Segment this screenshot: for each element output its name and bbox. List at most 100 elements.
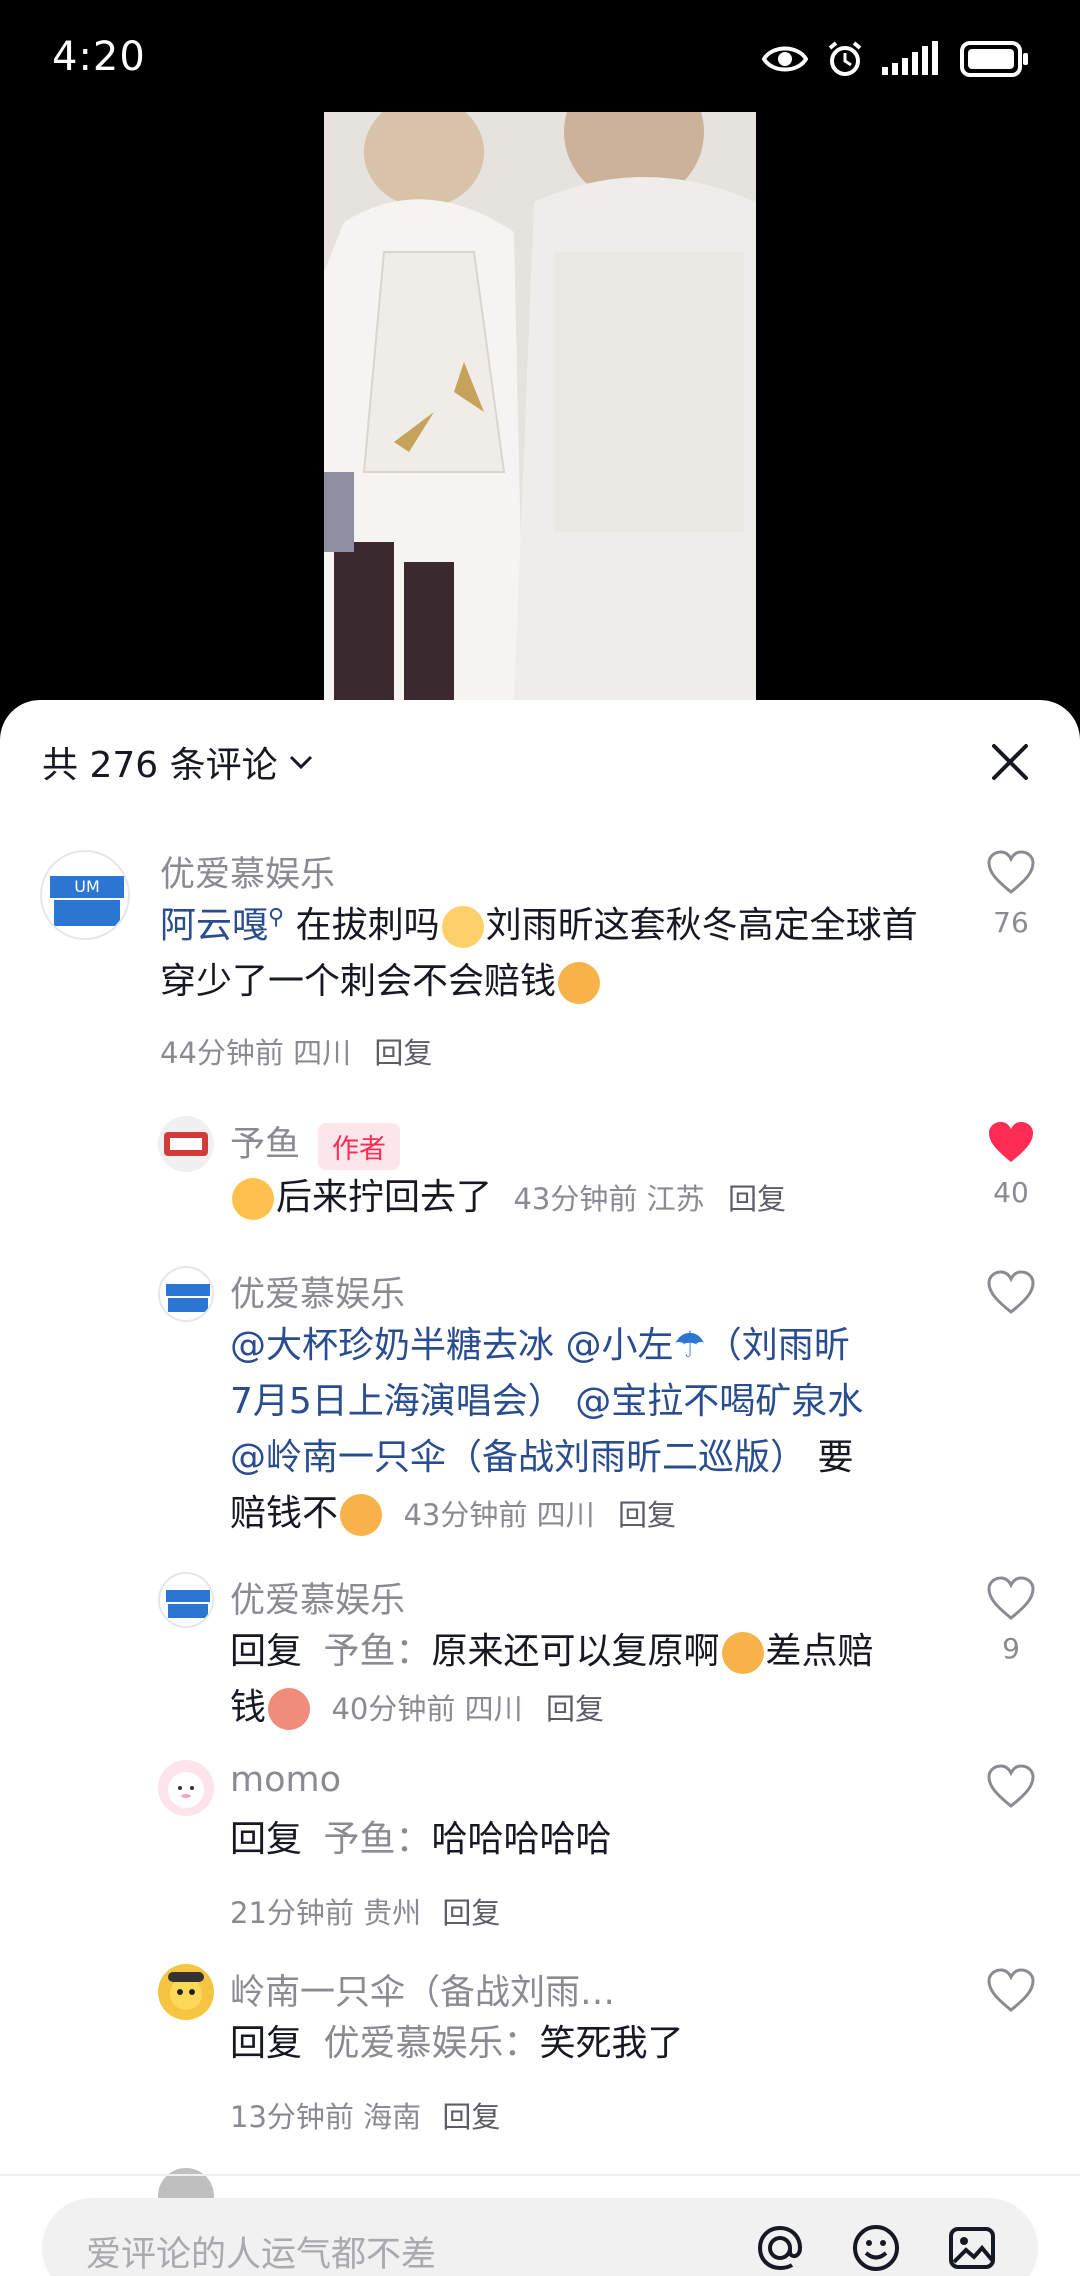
like-count: 40 xyxy=(993,1176,1029,1209)
avatar[interactable] xyxy=(158,1266,214,1322)
comment-text-part: 在拔刺吗 xyxy=(284,905,440,946)
reply-target[interactable]: 予鱼： xyxy=(323,1631,431,1672)
author-badge: 作者 xyxy=(318,1122,401,1170)
image-icon[interactable] xyxy=(946,2222,998,2274)
like-button[interactable]: 9 xyxy=(976,1576,1046,1665)
comment-time-location: 21分钟前 贵州 xyxy=(230,1896,422,1930)
reply-button[interactable]: 回复 xyxy=(442,1896,500,1930)
comment-author[interactable]: 岭南一只伞（备战刘雨… xyxy=(230,1964,615,2015)
reply-prefix: 回复 xyxy=(230,1631,303,1672)
avatar[interactable]: UM xyxy=(40,850,130,940)
avatar[interactable] xyxy=(158,1572,214,1628)
comment-count-label: 共 276 条评论 xyxy=(42,745,278,786)
video-frame-image xyxy=(324,112,756,700)
reply-target[interactable]: 予鱼： xyxy=(323,1819,431,1860)
eye-icon xyxy=(762,46,808,72)
comment-text-part: 后来拧回去了 xyxy=(276,1177,493,1218)
comment-input-placeholder: 爱评论的人运气都不差 xyxy=(86,2235,437,2275)
like-button[interactable] xyxy=(976,1968,1046,2018)
chevron-down-icon xyxy=(289,755,312,770)
comment-count[interactable]: 共 276 条评论 xyxy=(42,736,314,788)
like-button[interactable]: 40 xyxy=(976,1120,1046,1209)
divider xyxy=(0,2174,1080,2176)
status-bar: 4:20 xyxy=(0,0,1080,120)
dog-emoji-icon xyxy=(340,1494,383,1536)
comment-author[interactable]: 优爱慕娱乐 xyxy=(230,1266,405,1317)
like-button[interactable] xyxy=(976,1764,1046,1814)
avatar[interactable] xyxy=(158,1760,214,1816)
emoji-icon[interactable] xyxy=(850,2222,902,2274)
close-icon[interactable] xyxy=(988,740,1032,784)
comment-author[interactable]: 优爱慕娱乐 xyxy=(230,1572,405,1623)
mention-link[interactable]: @大杯珍奶半糖去冰 @小左 xyxy=(230,1325,673,1366)
comment-text: @大杯珍奶半糖去冰 @小左☂（刘雨昕 7月5日上海演唱会） @宝拉不喝矿泉水 @… xyxy=(230,1318,930,1543)
comment-time-location: 43分钟前 四川 xyxy=(403,1498,595,1532)
mention-link[interactable]: 阿云嘎 xyxy=(160,905,268,946)
comment-text: 阿云嘎⚲ 在拔刺吗 刘雨昕这套秋冬高定全球首穿少了一个刺会不会赔钱 xyxy=(160,890,920,1010)
comment-text-part: 差点赔 xyxy=(765,1631,874,1672)
like-button[interactable]: 76 xyxy=(976,850,1046,939)
crying-emoji-icon xyxy=(441,906,484,948)
comment-author[interactable]: 予鱼 作者 xyxy=(230,1116,401,1170)
at-mention-icon[interactable] xyxy=(754,2222,806,2274)
reply-item: 予鱼 作者 后来拧回去了 43分钟前 江苏 回复 40 xyxy=(0,1110,1080,1220)
comment-time-location: 44分钟前 四川 xyxy=(160,1036,352,1070)
status-time: 4:20 xyxy=(52,34,146,80)
comment-meta: 13分钟前 海南 回复 xyxy=(230,2094,500,2136)
peach-emoji-icon xyxy=(268,1688,311,1730)
search-icon: ⚲ xyxy=(268,905,285,930)
comment-author[interactable]: momo xyxy=(230,1760,341,1800)
comment-text: 回复 予鱼：原来还可以复原啊 差点赔 钱 40分钟前 四川 回复 xyxy=(230,1624,930,1737)
comment-text: 回复 予鱼：哈哈哈哈哈 xyxy=(230,1812,930,1868)
mention-link[interactable]: @岭南一只伞（备战刘雨昕二巡版） xyxy=(230,1437,806,1478)
heart-icon xyxy=(987,1968,1035,2012)
reply-button[interactable]: 回复 xyxy=(374,1036,432,1070)
reply-button[interactable]: 回复 xyxy=(442,2100,500,2134)
comment-meta: 44分钟前 四川 回复 xyxy=(160,1030,432,1072)
umbrella-emoji-icon: ☂ xyxy=(673,1325,706,1366)
author-name: 予鱼 xyxy=(230,1125,301,1165)
comment-sheet-header: 共 276 条评论 xyxy=(0,700,1080,820)
reply-target[interactable]: 优爱慕娱乐： xyxy=(323,2023,539,2064)
heart-icon xyxy=(987,850,1035,894)
comment-meta: 21分钟前 贵州 回复 xyxy=(230,1890,500,1932)
like-count: 9 xyxy=(1002,1632,1020,1665)
reply-button[interactable]: 回复 xyxy=(618,1498,676,1532)
like-button[interactable] xyxy=(976,1270,1046,1320)
peach-emoji-icon xyxy=(232,1178,274,1220)
dog-emoji-icon xyxy=(721,1632,764,1674)
reply-button[interactable]: 回复 xyxy=(546,1692,604,1726)
comment-item: UM 优爱慕娱乐 阿云嘎⚲ 在拔刺吗 刘雨昕这套秋冬高定全球首穿少了一个刺会不会赔… xyxy=(0,840,1080,1070)
alarm-icon xyxy=(828,41,862,76)
reply-prefix: 回复 xyxy=(230,1819,303,1860)
avatar[interactable] xyxy=(158,1964,214,2020)
comment-text-part: 哈哈哈哈哈 xyxy=(431,1819,612,1860)
reply-prefix: 回复 xyxy=(230,2023,303,2064)
reply-button[interactable]: 回复 xyxy=(728,1182,786,1216)
reply-item: 岭南一只伞（备战刘雨… 回复 优爱慕娱乐：笑死我了 13分钟前 海南 回复 xyxy=(0,1958,1080,2134)
heart-icon xyxy=(987,1576,1035,1620)
heart-filled-icon xyxy=(989,1122,1033,1162)
comment-text-part: 原来还可以复原啊 xyxy=(431,1631,720,1672)
comment-sheet: 共 276 条评论 UM 优爱慕娱乐 阿云嘎⚲ 在拔刺吗 刘雨昕这套秋冬高定全球首… xyxy=(0,700,1080,2276)
signal-icon xyxy=(882,41,938,75)
heart-icon xyxy=(987,1270,1035,1314)
battery-icon xyxy=(960,41,1028,77)
reply-item: 优爱慕娱乐 @大杯珍奶半糖去冰 @小左☂（刘雨昕 7月5日上海演唱会） @宝拉不… xyxy=(0,1260,1080,1536)
comment-input[interactable]: 爱评论的人运气都不差 xyxy=(42,2198,1038,2276)
like-count: 76 xyxy=(993,906,1029,939)
comment-time-location: 43分钟前 江苏 xyxy=(513,1182,705,1216)
heart-icon xyxy=(987,1764,1035,1808)
comment-text-part: 赔钱不 xyxy=(230,1493,339,1534)
video-preview[interactable] xyxy=(324,112,756,700)
svg-text:UM: UM xyxy=(74,877,100,896)
mention-link[interactable]: （刘雨昕 xyxy=(706,1325,850,1366)
comment-text-part: 要 xyxy=(806,1437,854,1478)
comment-text: 回复 优爱慕娱乐：笑死我了 xyxy=(230,2016,930,2072)
avatar[interactable] xyxy=(158,1116,214,1172)
comment-text-part: 钱 xyxy=(230,1687,267,1728)
mention-link[interactable]: 7月5日上海演唱会） @宝拉不喝矿泉水 xyxy=(230,1381,863,1422)
next-comment-peek xyxy=(158,2168,214,2198)
reply-item: momo 回复 予鱼：哈哈哈哈哈 21分钟前 贵州 回复 xyxy=(0,1754,1080,1930)
dog-emoji-icon xyxy=(558,962,601,1004)
